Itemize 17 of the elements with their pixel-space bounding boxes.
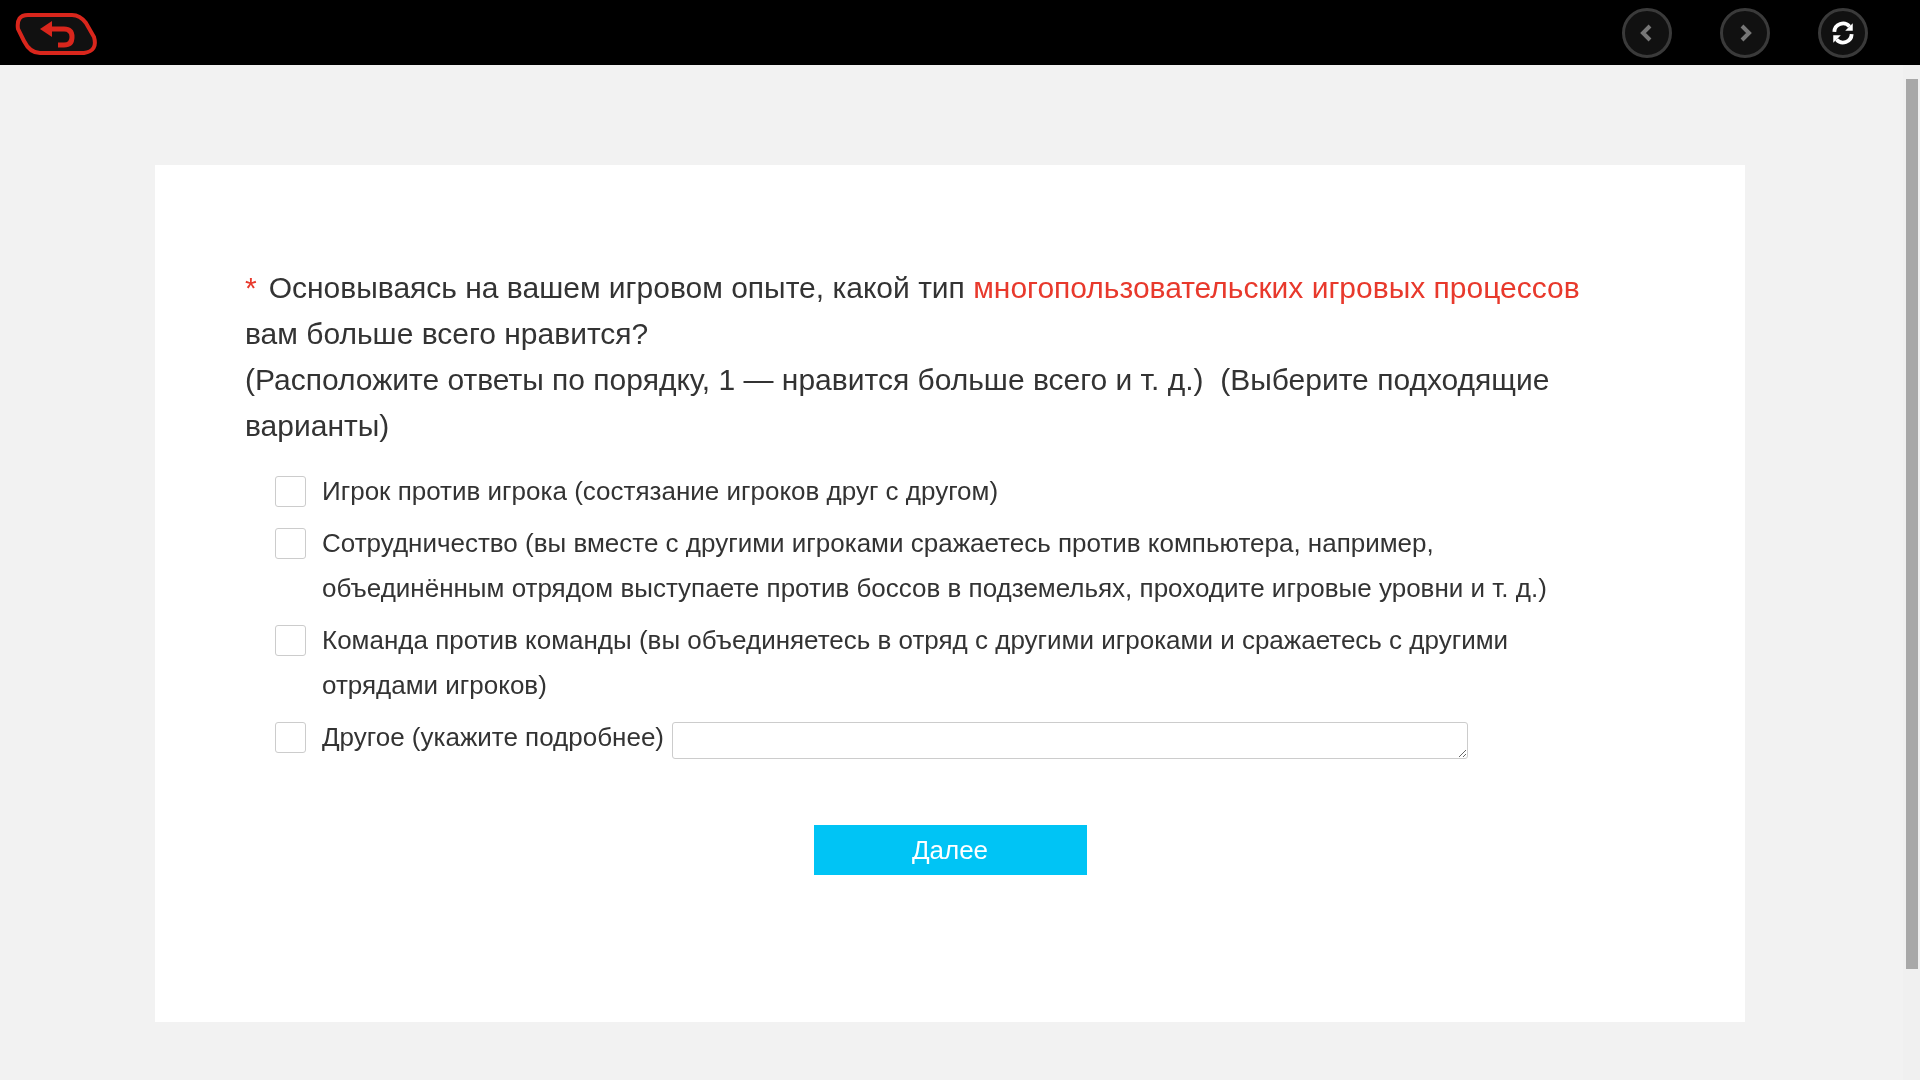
question-text: * Основываясь на вашем игровом опыте, какой тип многопользовательских игровых процессов вам больше всего нравится? bbox=[245, 270, 1581, 352]
checkbox[interactable] bbox=[275, 528, 306, 559]
refresh-icon bbox=[1830, 19, 1856, 46]
previous-button[interactable] bbox=[1622, 7, 1672, 58]
question-hint: (Расположите ответы по порядку, 1 — нравится больше всего и т. д.) (Выберите подходящие варианты) bbox=[245, 362, 1551, 444]
option-label: Другое (укажите подробнее) bbox=[322, 721, 664, 754]
next-button[interactable]: Далее bbox=[813, 825, 1087, 875]
refresh-button[interactable] bbox=[1818, 7, 1868, 58]
next-page-button[interactable] bbox=[1720, 7, 1770, 58]
checkbox[interactable] bbox=[275, 722, 306, 753]
option-label: Команда против команды (вы объединяетесь в отряд с другими игроками и сражаетесь с другими отрядами игроков) bbox=[322, 624, 1510, 702]
option-label: Игрок против игрока (состязание игроков друг с другом) bbox=[322, 475, 1000, 508]
checkbox[interactable] bbox=[275, 625, 306, 656]
scrollbar-thumb[interactable] bbox=[1905, 79, 1918, 969]
details-field[interactable] bbox=[672, 722, 1468, 759]
checkbox[interactable] bbox=[275, 476, 306, 507]
option-label: Сотрудничество (вы вместе с другими игроками сражаетесь против компьютера, например, объединённым отрядом выступаете против боссов в подземельях, проходите игровые уровни и т. д.) bbox=[322, 527, 1548, 605]
